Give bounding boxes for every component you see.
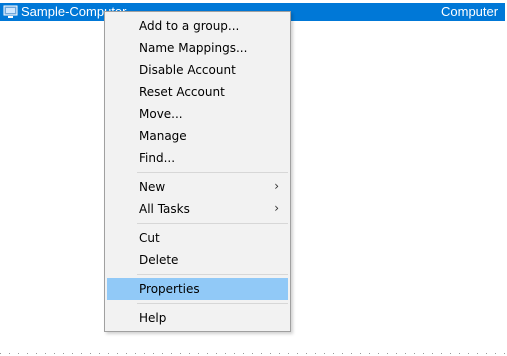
menu-separator <box>137 303 288 304</box>
menu-item-help[interactable]: Help <box>107 307 288 329</box>
menu-item-label: Name Mappings... <box>139 41 248 55</box>
menu-item-new[interactable]: New › <box>107 176 288 198</box>
menu-item-all-tasks[interactable]: All Tasks › <box>107 198 288 220</box>
menu-separator <box>137 172 288 173</box>
menu-item-cut[interactable]: Cut <box>107 227 288 249</box>
menu-item-disable-account[interactable]: Disable Account <box>107 59 288 81</box>
computer-icon <box>3 5 18 18</box>
list-bottom-border <box>0 353 507 354</box>
menu-item-label: Delete <box>139 253 179 267</box>
chevron-right-icon: › <box>274 179 279 193</box>
menu-item-delete[interactable]: Delete <box>107 249 288 271</box>
menu-item-label: Find... <box>139 151 176 165</box>
menu-item-manage[interactable]: Manage <box>107 125 288 147</box>
menu-item-label: New <box>139 180 166 194</box>
menu-item-label: All Tasks <box>139 202 190 216</box>
menu-separator <box>137 274 288 275</box>
chevron-right-icon: › <box>274 201 279 215</box>
menu-item-properties[interactable]: Properties <box>107 278 288 300</box>
menu-separator <box>137 223 288 224</box>
row-type: Computer <box>441 4 499 19</box>
menu-item-move[interactable]: Move... <box>107 103 288 125</box>
menu-item-label: Disable Account <box>139 63 236 77</box>
menu-item-label: Cut <box>139 231 160 245</box>
menu-item-reset-account[interactable]: Reset Account <box>107 81 288 103</box>
menu-item-find[interactable]: Find... <box>107 147 288 169</box>
context-menu: Add to a group... Name Mappings... Disab… <box>104 11 291 332</box>
menu-item-label: Manage <box>139 129 187 143</box>
menu-item-add-to-group[interactable]: Add to a group... <box>107 15 288 37</box>
menu-item-label: Help <box>139 311 167 325</box>
menu-item-label: Reset Account <box>139 85 225 99</box>
menu-item-name-mappings[interactable]: Name Mappings... <box>107 37 288 59</box>
menu-item-label: Add to a group... <box>139 19 240 33</box>
menu-item-label: Properties <box>139 282 200 296</box>
menu-item-label: Move... <box>139 107 183 121</box>
